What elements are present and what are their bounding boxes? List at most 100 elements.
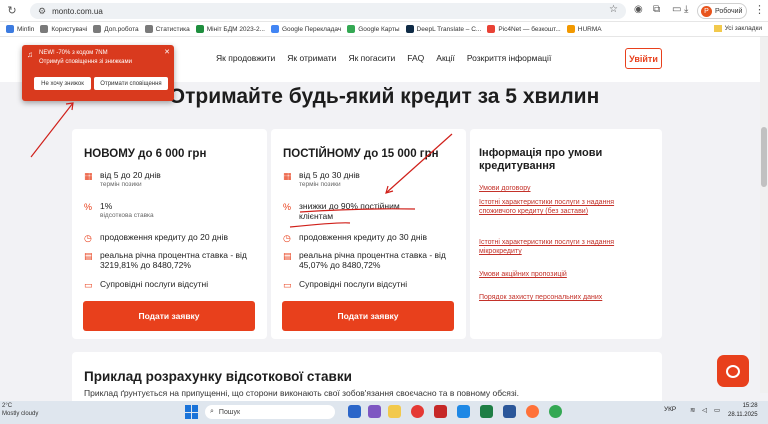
start-button[interactable]: [185, 405, 199, 419]
chat-bubble-icon: [726, 364, 740, 378]
taskbar-app-icon[interactable]: [368, 405, 381, 418]
site-info-icon[interactable]: ⚙: [38, 6, 46, 17]
bookmark-item[interactable]: Мініт БДМ 2023-2...: [195, 25, 265, 33]
reload-icon[interactable]: ↻: [5, 4, 19, 18]
calendar-icon: ▦: [84, 171, 93, 181]
bookmark-favicon-icon: [347, 25, 356, 33]
link-microcredit[interactable]: Істотні характеристики послуги з надання…: [479, 238, 649, 256]
bookmark-item[interactable]: Google Карты: [347, 25, 400, 33]
bookmark-item[interactable]: Google Перекладач: [270, 25, 341, 33]
tab-search-icon[interactable]: ▭: [672, 4, 681, 15]
example-text: Приклад ґрунтується на припущенні, що ст…: [84, 388, 520, 398]
bookmark-item[interactable]: Користувачі: [40, 25, 87, 33]
opera-icon[interactable]: [411, 405, 424, 418]
bookmark-label: Статистика: [155, 25, 190, 33]
bookmark-label: Мініт БДМ 2023-2...: [206, 25, 265, 33]
bookmark-favicon-icon: [566, 25, 575, 33]
term-label: термін позики: [299, 181, 341, 188]
term-label: термін позики: [100, 181, 142, 188]
bookmarks-bar: Minfin Користувачі Доп.робота Статистика Мін…: [0, 22, 768, 37]
bookmark-favicon-icon: [93, 25, 102, 33]
scrollbar-thumb[interactable]: [761, 127, 767, 187]
bookmark-favicon-icon: [6, 25, 14, 33]
language-indicator[interactable]: УКР: [664, 406, 676, 413]
page-scrollbar[interactable]: [760, 37, 768, 393]
clock[interactable]: 15:28 28.11.2025: [728, 402, 758, 420]
login-button[interactable]: Увійти: [625, 48, 662, 69]
nav-extend[interactable]: Як продовжити: [216, 53, 275, 63]
battery-icon[interactable]: ▭: [714, 406, 720, 414]
apr-text: реальна річна процентна ставка - від 45,…: [298, 250, 446, 270]
bookmark-label: Користувачі: [51, 25, 88, 33]
taskbar-app-icon[interactable]: [348, 405, 361, 418]
screenshot-icon[interactable]: ◉: [634, 4, 643, 15]
firefox-icon[interactable]: [526, 405, 539, 418]
clock-date: 28.11.2025: [728, 412, 758, 418]
link-promo-terms[interactable]: Умови акційних пропозицій: [479, 270, 649, 279]
bookmark-label: DeepL Translate – С...: [416, 25, 482, 33]
nav-get[interactable]: Як отримати: [287, 53, 336, 63]
services-text: Супровідні послуги відсутні: [100, 279, 209, 289]
browser-toolbar: ↻ ⚙ monto.com.ua ☆ ◉ ⧉ ▭ ⤓ Р Робочий ⋮: [0, 0, 768, 22]
link-consumer-credit[interactable]: Істотні характеристики послуги з надання…: [479, 198, 649, 216]
address-bar[interactable]: ⚙ monto.com.ua ☆: [30, 3, 626, 19]
chrome-icon[interactable]: [549, 405, 562, 418]
link-personal-data[interactable]: Порядок захисту персональних даних: [479, 293, 649, 302]
download-icon[interactable]: ⤓: [684, 4, 688, 15]
services-row: ▭ Супровідні послуги відсутні: [84, 279, 208, 290]
bookmark-item[interactable]: Статистика: [144, 25, 190, 33]
all-bookmarks[interactable]: Усі закладки: [713, 25, 762, 32]
discount-text: знижки до 90% постійним клієнтам: [299, 201, 400, 221]
taskbar-app-icon[interactable]: [457, 405, 470, 418]
wallet-icon: ▭: [84, 280, 93, 290]
rate-row: % 1% відсоткова ставка: [84, 201, 154, 219]
notification-popup: ♫ NEW! -70% з кодом 7NM Отримуй сповіщен…: [22, 45, 174, 101]
close-icon[interactable]: ✕: [164, 48, 170, 56]
volume-icon[interactable]: ◁: [702, 406, 707, 414]
decline-button[interactable]: Не хочу знижок: [34, 77, 91, 90]
weather-widget[interactable]: 2°C Mostly cloudy: [2, 402, 38, 418]
word-icon[interactable]: [503, 405, 516, 418]
bookmark-favicon-icon: [405, 25, 414, 33]
bookmark-star-icon[interactable]: ☆: [609, 4, 618, 15]
chat-button[interactable]: [717, 355, 749, 387]
folder-icon[interactable]: [388, 405, 401, 418]
bookmark-item[interactable]: Доп.робота: [93, 25, 139, 33]
bookmark-item[interactable]: HURMA: [566, 25, 602, 33]
profile-button[interactable]: Р Робочий: [697, 3, 747, 19]
bookmark-label: Pic4Net — безкошт...: [498, 25, 561, 33]
bookmark-item[interactable]: Pic4Net — безкошт...: [487, 25, 561, 33]
card-new-title: НОВОМУ до 6 000 грн: [84, 148, 207, 160]
weather-desc: Mostly cloudy: [2, 411, 39, 417]
link-contract-terms[interactable]: Умови договору: [479, 184, 649, 193]
calendar-icon: ▦: [283, 171, 292, 181]
nav-promos[interactable]: Акції: [436, 53, 455, 63]
term-row: ▦ від 5 до 30 днів термін позики: [283, 170, 360, 188]
bookmark-label: Minfin: [17, 25, 35, 33]
nav-repay[interactable]: Як погасити: [348, 53, 395, 63]
extend-text: продовження кредиту до 20 днів: [100, 232, 228, 242]
bookmark-item[interactable]: Minfin: [6, 25, 34, 33]
bookmark-item[interactable]: DeepL Translate – С...: [405, 25, 482, 33]
excel-icon[interactable]: [480, 405, 493, 418]
example-title: Приклад розрахунку відсоткової ставки: [84, 369, 352, 384]
percent-icon: %: [283, 202, 292, 212]
extensions-icon[interactable]: ⧉: [653, 4, 660, 15]
wifi-icon[interactable]: ≋: [690, 406, 695, 414]
info-title: Інформація про умови кредитування: [479, 147, 603, 172]
taskbar-search[interactable]: ⌕ Пошук: [205, 405, 335, 419]
extend-row: ◷ продовження кредиту до 30 днів: [283, 232, 427, 243]
nav-faq[interactable]: FAQ: [407, 53, 424, 63]
accept-notifications-button[interactable]: Отримати сповіщення: [94, 77, 168, 90]
nav-disclosure[interactable]: Розкриття інформації: [467, 53, 552, 63]
menu-icon[interactable]: ⋮: [754, 3, 765, 16]
percent-icon: %: [84, 202, 93, 212]
url-text: monto.com.ua: [52, 6, 103, 16]
avatar: Р: [701, 5, 712, 17]
apply-button-new[interactable]: Подати заявку: [83, 301, 255, 331]
apply-button-regular[interactable]: Подати заявку: [282, 301, 454, 331]
bookmark-favicon-icon: [40, 25, 49, 33]
bell-icon: ♫: [27, 50, 33, 59]
taskbar-app-icon[interactable]: [434, 405, 447, 418]
folder-icon: [713, 25, 722, 32]
